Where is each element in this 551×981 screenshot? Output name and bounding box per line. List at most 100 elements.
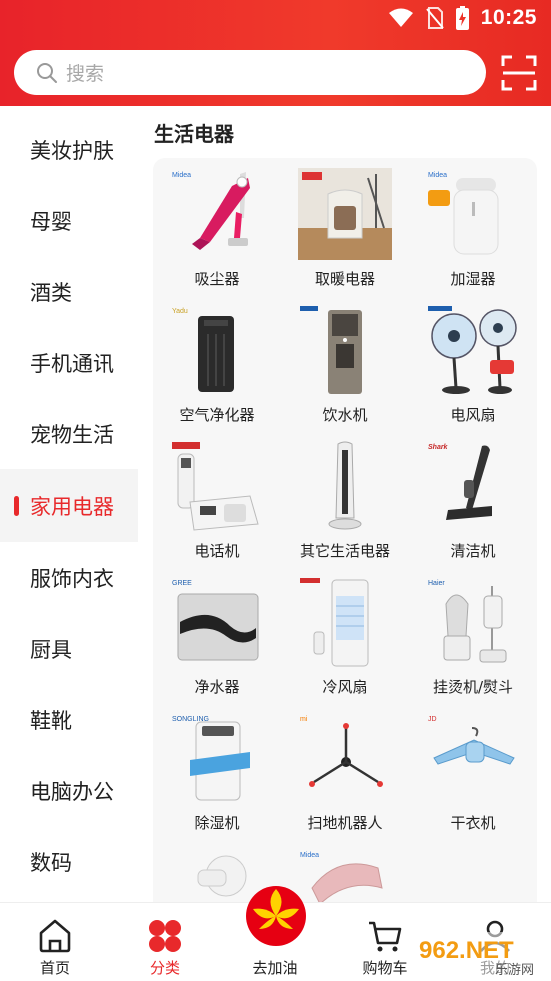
svg-text:Midea: Midea: [428, 172, 447, 179]
svg-text:Shark: Shark: [428, 444, 449, 451]
subcategory-label: 吸尘器: [194, 270, 240, 288]
air-purifier-icon: Yadu: [172, 308, 234, 392]
search-input[interactable]: 搜索: [14, 50, 486, 95]
sidebar-item-label: 鞋靴: [30, 708, 72, 733]
subcategory-humidifier[interactable]: Midea 加湿器: [409, 158, 537, 294]
sidebar-item-apparel[interactable]: 服饰内衣: [0, 542, 138, 613]
air-cooler-icon: [300, 578, 369, 667]
sidebar-item-pets[interactable]: 宠物生活: [0, 398, 138, 469]
search-placeholder: 搜索: [66, 63, 105, 85]
nav-category[interactable]: 分类: [110, 903, 220, 981]
sidebar-item-label: 服饰内衣: [30, 566, 114, 591]
subcategory-label: 空气净化器: [179, 406, 255, 424]
sidebar-item-beauty[interactable]: 美妆护肤: [0, 114, 138, 185]
nav-label: 去加油: [252, 959, 298, 977]
category-sidebar: 美妆护肤 母婴 酒类 手机通讯 宠物生活 家用电器 服饰内衣 厨具 鞋靴 电脑办…: [0, 106, 138, 902]
no-sim-icon: [426, 7, 444, 29]
nav-label: 分类: [149, 959, 180, 977]
subcategory-telephone[interactable]: 电话机: [153, 430, 281, 566]
sidebar-item-digital[interactable]: 数码: [0, 826, 138, 897]
cart-icon: [369, 921, 402, 952]
battery-icon: [455, 6, 469, 30]
subcategory-label: 电话机: [194, 542, 240, 560]
handheld-vacuum-icon: Midea: [300, 852, 383, 902]
fuel-logo-icon: [246, 886, 306, 946]
nav-label: 首页: [39, 959, 70, 977]
active-indicator: [14, 496, 19, 516]
nav-refuel[interactable]: 去加油: [220, 886, 330, 981]
sidebar-item-label: 电脑办公: [30, 779, 114, 804]
header: 10:25 搜索: [0, 0, 551, 106]
svg-text:Midea: Midea: [300, 852, 319, 859]
subcategory-water-purifier[interactable]: GREE 净水器: [153, 566, 281, 702]
telephone-icon: [172, 442, 259, 531]
svg-text:mi: mi: [300, 716, 308, 723]
sidebar-item-label: 酒类: [30, 280, 72, 305]
garment-steamer-icon: Haier: [428, 580, 507, 663]
subcategory-label: 挂烫机/熨斗: [432, 678, 514, 696]
subcategory-label: 干衣机: [450, 814, 496, 832]
scan-icon[interactable]: [500, 54, 538, 92]
svg-text:GREE: GREE: [172, 580, 192, 587]
electric-fan-icon: [428, 306, 517, 394]
svg-text:Midea: Midea: [172, 172, 191, 179]
subcategory-label: 加湿器: [450, 270, 496, 288]
steam-mop-icon: Shark: [428, 444, 492, 520]
subcategory-clothes-dryer[interactable]: JD 干衣机: [409, 702, 537, 838]
watermark-logo: 962.NET 乐游网: [415, 932, 551, 978]
sidebar-item-label: 手机通讯: [30, 351, 114, 376]
wifi-icon: [388, 8, 413, 27]
sidebar-item-label: 美妆护肤: [30, 138, 114, 163]
subcategory-water-dispenser[interactable]: 饮水机: [281, 294, 409, 430]
sidebar-item-label: 宠物生活: [30, 422, 114, 447]
robot-vacuum-brush-icon: mi: [300, 716, 383, 787]
sidebar-item-baby[interactable]: 母婴: [0, 185, 138, 256]
sidebar-item-liquor[interactable]: 酒类: [0, 256, 138, 327]
category-content: 生活电器 Midea 吸尘器 取暖电器 Midea 加湿器 Yadu 空气净化器…: [138, 106, 551, 902]
subcategory-label: 其它生活电器: [299, 542, 390, 560]
svg-text:Haier: Haier: [428, 580, 445, 587]
section-title: 生活电器: [154, 122, 234, 146]
svg-text:JD: JD: [428, 716, 437, 723]
water-dispenser-icon: [300, 306, 362, 394]
subcategory-label: 扫地机器人: [307, 814, 383, 832]
subcategory-label: 除湿机: [194, 814, 240, 832]
subcategory-vacuum[interactable]: Midea 吸尘器: [153, 158, 281, 294]
water-purifier-icon: GREE: [172, 580, 259, 661]
sidebar-item-shoes[interactable]: 鞋靴: [0, 684, 138, 755]
subcategory-garment-steamer[interactable]: Haier 挂烫机/熨斗: [409, 566, 537, 702]
sidebar-item-label: 厨具: [30, 637, 72, 662]
home-icon: [39, 919, 71, 953]
sidebar-item-kitchenware[interactable]: 厨具: [0, 613, 138, 684]
sidebar-item-label: 家用电器: [30, 494, 114, 519]
subcategory-dehumidifier[interactable]: SONGLING 除湿机: [153, 702, 281, 838]
subcategory-electric-fan[interactable]: 电风扇: [409, 294, 537, 430]
subcategory-panel: Midea 吸尘器 取暖电器 Midea 加湿器 Yadu 空气净化器 饮水机 …: [153, 158, 537, 902]
svg-text:Yadu: Yadu: [172, 308, 188, 315]
sidebar-item-label: 数码: [30, 850, 72, 875]
subcategory-label: 电风扇: [450, 406, 496, 424]
subcategory-heater[interactable]: 取暖电器: [281, 158, 409, 294]
sidebar-item-appliances[interactable]: 家用电器: [0, 470, 138, 541]
watermark-text: 962.NET: [419, 937, 514, 964]
watermark-subtext: 乐游网: [495, 963, 534, 978]
category-icon: [149, 920, 181, 952]
sidebar-item-computer-office[interactable]: 电脑办公: [0, 755, 138, 826]
subcategory-other-appliances[interactable]: 其它生活电器: [281, 430, 409, 566]
subcategory-air-purifier[interactable]: Yadu 空气净化器: [153, 294, 281, 430]
heater-icon: [298, 168, 392, 260]
subcategory-cleaning-machine[interactable]: Shark 清洁机: [409, 430, 537, 566]
status-icons: 10:25: [388, 6, 537, 30]
nav-home[interactable]: 首页: [0, 903, 110, 981]
dehumidifier-icon: SONGLING: [172, 716, 250, 801]
subcategory-label: 冷风扇: [322, 678, 368, 696]
sidebar-item-phones[interactable]: 手机通讯: [0, 327, 138, 398]
vacuum-cleaner-icon: Midea: [172, 172, 250, 250]
search-icon: [37, 62, 57, 83]
subcategory-label: 清洁机: [450, 542, 496, 560]
status-bar: 10:25: [0, 0, 551, 38]
tower-fan-icon: [328, 441, 362, 530]
subcategory-robot-vacuum[interactable]: mi 扫地机器人: [281, 702, 409, 838]
subcategory-air-cooler[interactable]: 冷风扇: [281, 566, 409, 702]
status-time: 10:25: [480, 6, 537, 29]
